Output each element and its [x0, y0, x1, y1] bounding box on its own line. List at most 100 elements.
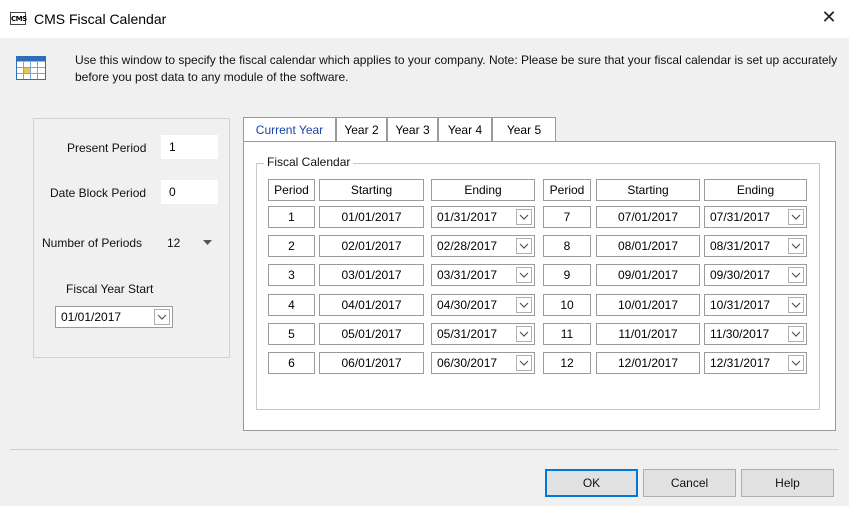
- date-value: 3: [288, 268, 295, 282]
- calendar-dropdown-icon[interactable]: [788, 355, 804, 371]
- date-value: 6: [288, 356, 295, 370]
- period-cell: 1: [268, 206, 315, 228]
- calendar-dropdown-icon[interactable]: [516, 267, 532, 283]
- tab-year-3[interactable]: Year 3: [387, 117, 438, 141]
- info-text: Use this window to specify the fiscal ca…: [75, 53, 838, 84]
- tab-year-2[interactable]: Year 2: [336, 117, 387, 141]
- ending-date-field[interactable]: 06/30/2017: [431, 352, 535, 374]
- tab-year-5[interactable]: Year 5: [492, 117, 556, 141]
- calendar-dropdown-icon[interactable]: [788, 209, 804, 225]
- calendar-dropdown-icon[interactable]: [788, 326, 804, 342]
- period-cell: 7: [543, 206, 591, 228]
- date-value: 07/01/2017: [617, 210, 679, 224]
- date-value: 03/31/2017: [437, 268, 498, 282]
- date-value: 04/01/2017: [341, 298, 402, 312]
- ending-date-field[interactable]: 08/31/2017: [704, 235, 807, 257]
- fiscal-year-start-label: Fiscal Year Start: [66, 282, 154, 296]
- date-value: 10/01/2017: [617, 298, 679, 312]
- date-value: 08/31/2017: [710, 239, 771, 253]
- date-value: 08/01/2017: [617, 239, 679, 253]
- header-period-left: Period: [268, 179, 315, 201]
- starting-date-cell: 05/01/2017: [319, 323, 424, 345]
- date-value: 4: [288, 298, 295, 312]
- calendar-dropdown-icon[interactable]: [516, 209, 532, 225]
- calendar-dropdown-icon[interactable]: [788, 267, 804, 283]
- period-cell: 3: [268, 264, 315, 286]
- close-icon[interactable]: ✕: [817, 6, 841, 30]
- fiscal-calendar-window: CMS CMS Fiscal Calendar ✕ Use this windo…: [0, 0, 849, 506]
- date-block-period-field[interactable]: 0: [161, 180, 218, 204]
- date-value: 11/30/2017: [710, 327, 770, 341]
- present-period-field[interactable]: 1: [161, 135, 218, 159]
- date-value: 5: [288, 327, 295, 341]
- ending-date-field[interactable]: 10/31/2017: [704, 294, 807, 316]
- number-of-periods-label: Number of Periods: [42, 236, 143, 250]
- calendar-grid-icon: [16, 56, 46, 80]
- header-ending-right: Ending: [704, 179, 807, 201]
- period-cell: 2: [268, 235, 315, 257]
- date-value: 05/01/2017: [341, 327, 402, 341]
- ending-date-field[interactable]: 03/31/2017: [431, 264, 535, 286]
- date-value: 09/01/2017: [617, 268, 679, 282]
- calendar-dropdown-icon[interactable]: [788, 297, 804, 313]
- ending-date-field[interactable]: 05/31/2017: [431, 323, 535, 345]
- tab-current-year[interactable]: Current Year: [243, 117, 336, 141]
- date-value: 7: [563, 210, 571, 224]
- starting-date-cell: 02/01/2017: [319, 235, 424, 257]
- date-value: 2: [288, 239, 295, 253]
- date-value: 9: [563, 268, 571, 282]
- date-value: 1: [288, 210, 295, 224]
- date-value: 12/31/2017: [710, 356, 771, 370]
- footer-divider: [10, 449, 839, 450]
- date-value: 02/01/2017: [341, 239, 402, 253]
- fiscal-year-start-date[interactable]: 01/01/2017: [55, 306, 173, 328]
- ending-date-field[interactable]: 07/31/2017: [704, 206, 807, 228]
- header-period-right: Period: [543, 179, 591, 201]
- ending-date-field[interactable]: 09/30/2017: [704, 264, 807, 286]
- header-starting-right: Starting: [596, 179, 700, 201]
- calendar-dropdown-icon[interactable]: [516, 355, 532, 371]
- starting-date-cell: 11/01/2017: [596, 323, 700, 345]
- present-period-label: Present Period: [67, 141, 147, 155]
- cancel-button[interactable]: Cancel: [643, 469, 736, 497]
- date-value: 07/31/2017: [710, 210, 771, 224]
- calendar-dropdown-icon[interactable]: [516, 326, 532, 342]
- period-cell: 6: [268, 352, 315, 374]
- date-value: 01/01/2017: [341, 210, 402, 224]
- fiscal-calendar-legend: Fiscal Calendar: [264, 155, 354, 169]
- ok-button[interactable]: OK: [545, 469, 638, 497]
- date-value: 8: [563, 239, 571, 253]
- ending-date-field[interactable]: 02/28/2017: [431, 235, 535, 257]
- date-value: 11: [560, 327, 574, 341]
- period-cell: 10: [543, 294, 591, 316]
- ending-date-field[interactable]: 04/30/2017: [431, 294, 535, 316]
- starting-date-cell: 09/01/2017: [596, 264, 700, 286]
- date-value: 02/28/2017: [437, 239, 498, 253]
- period-cell: 4: [268, 294, 315, 316]
- ending-date-field[interactable]: 12/31/2017: [704, 352, 807, 374]
- window-title: CMS Fiscal Calendar: [34, 11, 167, 27]
- header-ending-left: Ending: [431, 179, 535, 201]
- calendar-dropdown-icon[interactable]: [154, 309, 170, 325]
- date-value: 09/30/2017: [710, 268, 771, 282]
- date-value: 11/01/2017: [618, 327, 678, 341]
- starting-date-cell: 03/01/2017: [319, 264, 424, 286]
- starting-date-cell: 08/01/2017: [596, 235, 700, 257]
- tab-year-4[interactable]: Year 4: [438, 117, 492, 141]
- chevron-down-icon[interactable]: [203, 240, 212, 246]
- starting-date-cell: 07/01/2017: [596, 206, 700, 228]
- ending-date-field[interactable]: 01/31/2017: [431, 206, 535, 228]
- calendar-dropdown-icon[interactable]: [516, 297, 532, 313]
- starting-date-cell: 12/01/2017: [596, 352, 700, 374]
- date-value: 10/31/2017: [710, 298, 771, 312]
- date-value: 05/31/2017: [437, 327, 498, 341]
- calendar-dropdown-icon[interactable]: [788, 238, 804, 254]
- help-button[interactable]: Help: [741, 469, 834, 497]
- ending-date-field[interactable]: 11/30/2017: [704, 323, 807, 345]
- starting-date-cell: 06/01/2017: [319, 352, 424, 374]
- date-value: 12/01/2017: [617, 356, 679, 370]
- calendar-dropdown-icon[interactable]: [516, 238, 532, 254]
- number-of-periods-select[interactable]: 12: [167, 236, 180, 250]
- date-value: 06/01/2017: [341, 356, 402, 370]
- period-cell: 8: [543, 235, 591, 257]
